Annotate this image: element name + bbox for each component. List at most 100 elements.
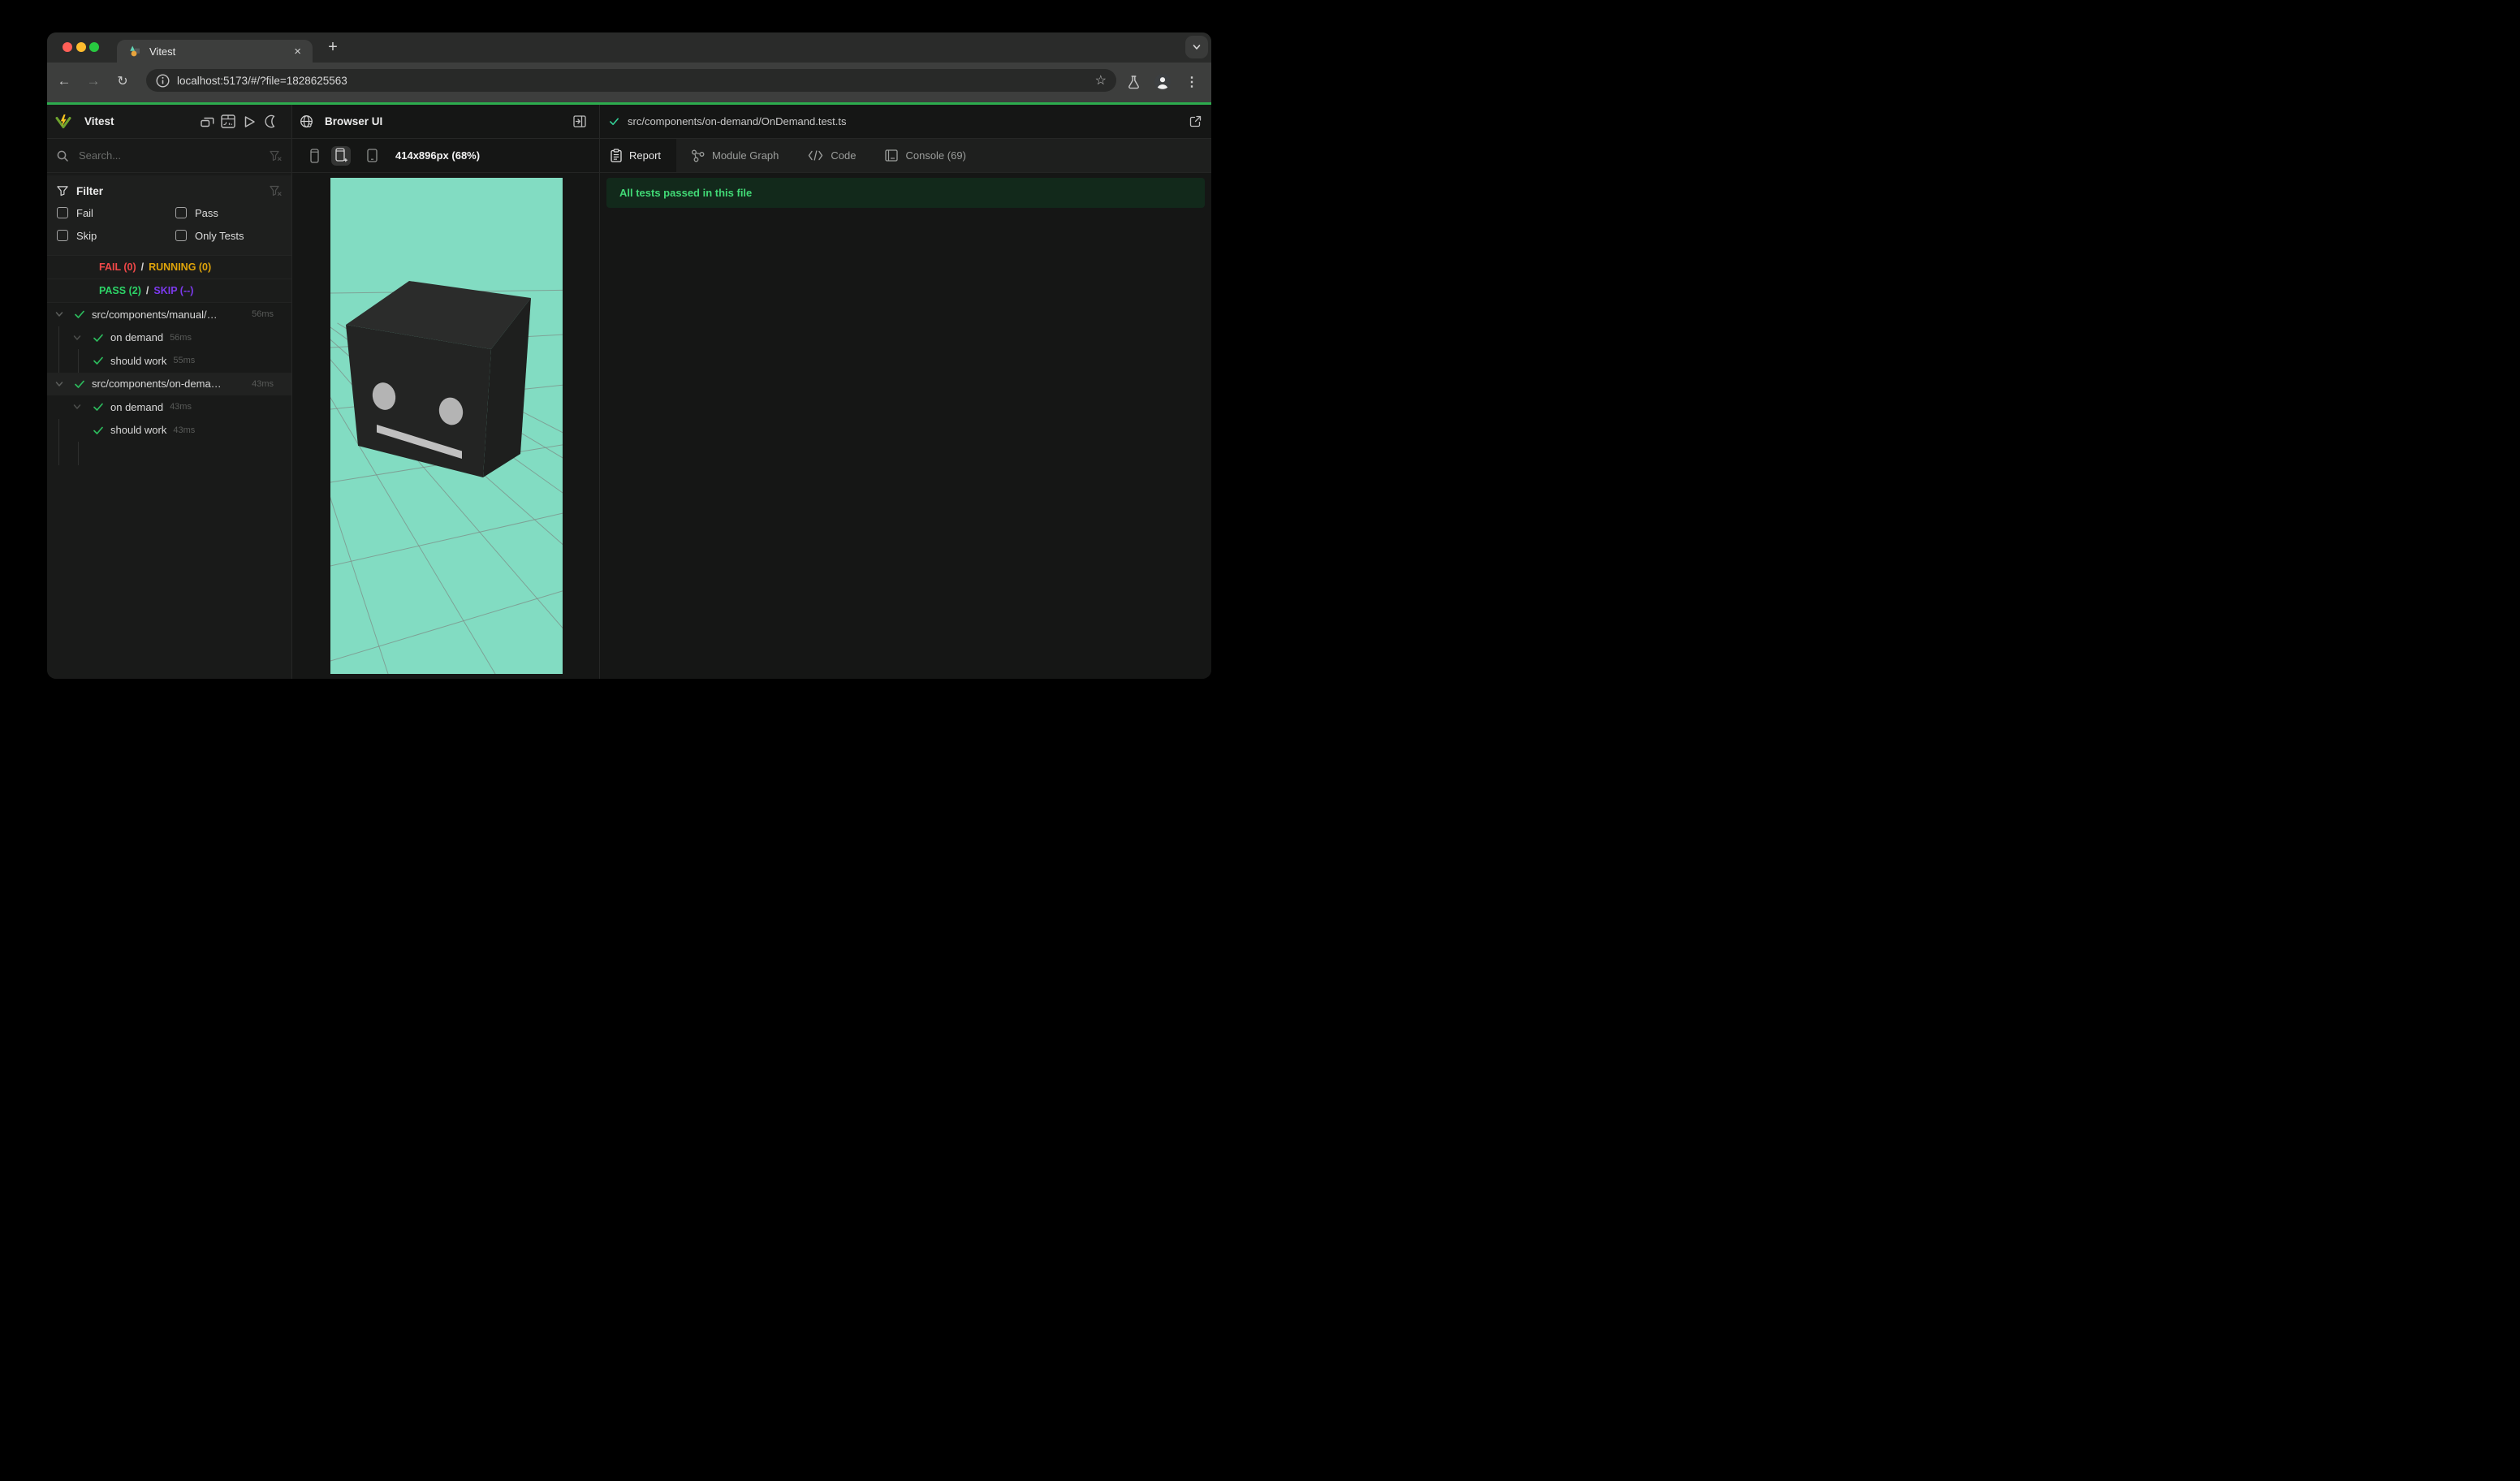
duration: 55ms xyxy=(173,356,196,366)
viewport-dimensions-label: 414x896px (68%) xyxy=(395,149,481,162)
tab-report[interactable]: Report xyxy=(600,139,676,172)
dock-panel-right-icon[interactable] xyxy=(573,115,599,127)
chevron-down-icon[interactable] xyxy=(72,333,82,343)
tree-file-row-selected[interactable]: src/components/on-dema… 43ms xyxy=(47,372,291,395)
pass-check-icon xyxy=(93,403,103,412)
status-summary-row-1: FAIL (0) / RUNNING (0) xyxy=(47,256,291,279)
app-under-test-canvas[interactable] xyxy=(330,178,563,674)
site-info-icon[interactable] xyxy=(156,73,170,88)
tab-label: Console (69) xyxy=(905,149,966,162)
browser-menu-icon[interactable]: ⋮ xyxy=(1182,72,1202,92)
clear-filters-icon[interactable] xyxy=(270,185,282,196)
device-phone-add-icon[interactable] xyxy=(331,145,351,166)
checkbox-label: Pass xyxy=(195,206,218,219)
filter-checkbox-fail[interactable]: Fail xyxy=(57,207,175,219)
search-input[interactable] xyxy=(79,149,259,162)
pass-check-icon xyxy=(93,356,103,365)
tree-suite-row[interactable]: on demand 56ms xyxy=(47,326,291,350)
pass-check-icon xyxy=(75,310,84,319)
chevron-down-icon[interactable] xyxy=(54,379,64,389)
test-name: should work xyxy=(110,424,167,437)
device-phone-small-icon[interactable] xyxy=(304,146,324,166)
tab-module-graph[interactable]: Module Graph xyxy=(676,139,793,172)
results-header: src/components/on-demand/OnDemand.test.t… xyxy=(600,105,1211,139)
browser-window: Vitest × + ← → ↻ localhost:5173/#/?file=… xyxy=(47,32,1211,679)
tab-label: Code xyxy=(831,149,857,162)
open-external-icon[interactable] xyxy=(1189,115,1211,127)
filter-title: Filter xyxy=(76,184,104,197)
status-summary-row-2: PASS (2) / SKIP (--) xyxy=(47,279,291,303)
filter-checkbox-skip[interactable]: Skip xyxy=(57,230,175,242)
fail-count: FAIL (0) xyxy=(99,261,136,273)
test-file-path: src/components/on-demand/OnDemand.test.t… xyxy=(628,115,847,127)
checkbox[interactable] xyxy=(175,207,187,218)
tab-close-icon[interactable]: × xyxy=(291,45,304,58)
separator: / xyxy=(145,285,149,296)
app-name: Vitest xyxy=(84,115,114,127)
pass-check-icon xyxy=(610,118,619,126)
duration: 43ms xyxy=(170,402,192,412)
preview-viewport-area xyxy=(292,173,599,679)
duration: 43ms xyxy=(173,425,196,435)
close-window-button[interactable] xyxy=(63,42,72,52)
experiments-flask-icon[interactable] xyxy=(1124,72,1143,92)
forward-button[interactable]: → xyxy=(84,73,103,89)
tree-test-row[interactable]: should work 55ms xyxy=(47,349,291,373)
suite-name: on demand xyxy=(110,331,164,344)
preview-header: Browser UI xyxy=(292,105,599,139)
filter-checkbox-pass[interactable]: Pass xyxy=(175,207,218,219)
tree-file-row[interactable]: src/components/manual/… 56ms xyxy=(47,303,291,326)
minimize-window-button[interactable] xyxy=(76,42,86,52)
dashboard-windows-icon[interactable] xyxy=(200,114,214,129)
suite-name: on demand xyxy=(110,400,164,413)
test-file-name: src/components/on-dema… xyxy=(92,378,222,391)
browser-preview-panel: Browser UI 414x896px (68%) xyxy=(292,105,600,679)
zoom-window-button[interactable] xyxy=(89,42,99,52)
browser-tab[interactable]: Vitest × xyxy=(117,40,313,63)
search-row xyxy=(47,139,291,173)
back-button[interactable]: ← xyxy=(54,73,74,89)
duration: 56ms xyxy=(170,332,192,343)
reload-button[interactable]: ↻ xyxy=(113,73,132,89)
banner-text: All tests passed in this file xyxy=(619,187,753,199)
dark-mode-moon-icon[interactable] xyxy=(263,114,278,129)
code-icon xyxy=(809,150,823,161)
filter-funnel-icon xyxy=(57,186,68,196)
preview-title: Browser UI xyxy=(325,115,383,127)
module-graph-icon xyxy=(692,149,705,162)
tab-console[interactable]: Console (69) xyxy=(870,139,980,172)
tree-test-row[interactable]: should work 43ms xyxy=(47,419,291,443)
separator: / xyxy=(140,261,145,273)
checkbox[interactable] xyxy=(57,230,68,241)
chevron-down-icon[interactable] xyxy=(72,402,82,412)
device-tablet-icon[interactable] xyxy=(362,146,382,166)
device-toolbar: 414x896px (68%) xyxy=(292,139,599,173)
checkbox-label: Skip xyxy=(76,229,97,242)
pass-count: PASS (2) xyxy=(99,285,141,296)
address-bar[interactable]: localhost:5173/#/?file=1828625563 ☆ xyxy=(146,69,1116,92)
all-tests-passed-banner: All tests passed in this file xyxy=(606,178,1205,208)
bookmark-star-icon[interactable]: ☆ xyxy=(1095,72,1107,89)
filter-checkbox-only-tests[interactable]: Only Tests xyxy=(175,230,244,242)
running-count: RUNNING (0) xyxy=(149,261,212,273)
coverage-panel-icon[interactable] xyxy=(221,114,235,129)
chevron-down-icon[interactable] xyxy=(54,309,64,319)
browser-toolbar: ← → ↻ localhost:5173/#/?file=1828625563 … xyxy=(47,63,1211,102)
tab-code[interactable]: Code xyxy=(793,139,870,172)
vitest-favicon xyxy=(130,45,140,57)
vitest-logo-icon xyxy=(55,114,71,128)
sidebar-header: Vitest xyxy=(47,105,291,139)
skip-count: SKIP (--) xyxy=(153,285,194,296)
tab-search-button[interactable] xyxy=(1185,36,1208,58)
new-tab-button[interactable]: + xyxy=(321,37,344,59)
console-icon xyxy=(885,149,899,162)
duration: 43ms xyxy=(252,378,274,389)
run-all-icon[interactable] xyxy=(242,114,257,129)
checkbox[interactable] xyxy=(57,207,68,218)
clear-search-filter-icon[interactable] xyxy=(270,150,282,162)
tree-suite-row[interactable]: on demand 43ms xyxy=(47,395,291,419)
checkbox[interactable] xyxy=(175,230,187,241)
globe-icon xyxy=(300,115,313,127)
browser-tab-strip: Vitest × + xyxy=(47,32,1211,63)
profile-avatar[interactable] xyxy=(1153,72,1172,92)
